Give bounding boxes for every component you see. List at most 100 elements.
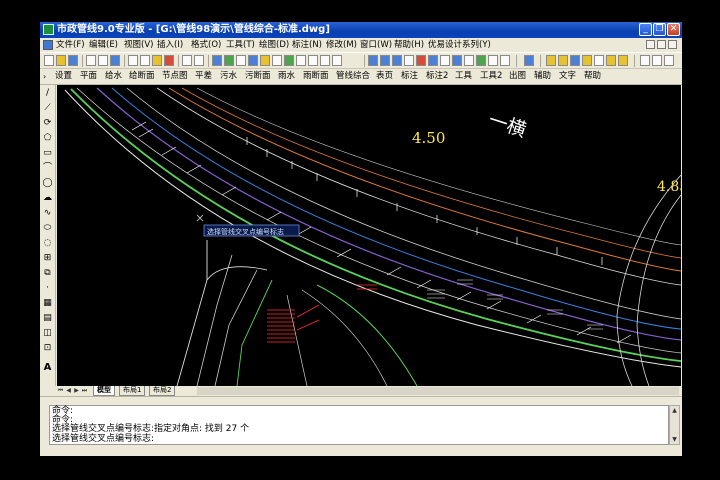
horizontal-scrollbar[interactable] xyxy=(197,387,679,395)
module-help[interactable]: 帮助 xyxy=(584,71,601,82)
block-editor-icon[interactable] xyxy=(500,55,510,66)
menu-dimension[interactable]: 标注(N) xyxy=(292,39,322,51)
module-table[interactable]: 表页 xyxy=(376,71,393,82)
xline-tool-icon[interactable]: ⟋ xyxy=(42,103,53,113)
menu-window[interactable]: 窗口(W) xyxy=(360,39,392,51)
doc-close-button[interactable] xyxy=(668,40,677,49)
quickcalc-icon[interactable] xyxy=(476,55,486,66)
print-preview-icon[interactable] xyxy=(98,55,108,66)
orbit-icon[interactable] xyxy=(284,55,294,66)
tracking-icon[interactable] xyxy=(248,55,258,66)
polyline-tool-icon[interactable]: ⟳ xyxy=(42,118,53,128)
insert-block-icon[interactable]: ⊞ xyxy=(42,253,53,263)
copy-icon[interactable] xyxy=(140,55,150,66)
text-tool-icon[interactable]: A xyxy=(42,363,53,373)
menu-modify[interactable]: 修改(M) xyxy=(326,39,357,51)
module-output[interactable]: 出图 xyxy=(509,71,526,82)
arc-tool-icon[interactable]: ⌒ xyxy=(42,163,53,173)
menu-youyi-series[interactable]: 优易设计系列(Y) xyxy=(428,39,491,51)
pencil-icon[interactable] xyxy=(296,55,306,66)
open-folder-icon[interactable] xyxy=(56,55,66,66)
hatch-tool-icon[interactable]: ▦ xyxy=(42,298,53,308)
redo-icon[interactable] xyxy=(194,55,204,66)
layer-state-icon[interactable] xyxy=(594,55,604,66)
calculator-icon[interactable] xyxy=(488,55,498,66)
layer-freeze-icon[interactable] xyxy=(558,55,568,66)
hyperlink-icon[interactable] xyxy=(212,55,222,66)
zoom-previous-icon[interactable] xyxy=(392,55,402,66)
layer-list-icon[interactable] xyxy=(652,55,662,66)
circle-tool-icon[interactable]: ◯ xyxy=(42,178,53,188)
command-prompt[interactable]: 选择管线交叉点编号标志: xyxy=(52,434,154,445)
rectangle-tool-icon[interactable]: ▭ xyxy=(42,148,53,158)
properties-icon[interactable] xyxy=(416,55,426,66)
revcloud-tool-icon[interactable]: ☁ xyxy=(42,193,53,203)
tab-first-arrow-icon[interactable]: ⏮ xyxy=(57,386,64,395)
undo-icon[interactable] xyxy=(182,55,192,66)
new-file-icon[interactable] xyxy=(44,55,54,66)
menu-file[interactable]: 文件(F) xyxy=(56,39,85,51)
cut-icon[interactable] xyxy=(128,55,138,66)
drawing-canvas[interactable]: 4.50 一横 4.85 选择管线交叉点编号标志 xyxy=(57,85,681,386)
chevron-right-icon[interactable]: › xyxy=(43,72,46,81)
menu-draw[interactable]: 绘图(D) xyxy=(259,39,289,51)
publish-icon[interactable] xyxy=(110,55,120,66)
module-water-section[interactable]: 给断面 xyxy=(129,71,155,82)
design-center-icon[interactable] xyxy=(260,55,270,66)
doc-restore-button[interactable] xyxy=(657,40,666,49)
menu-insert[interactable]: 插入(I) xyxy=(157,39,183,51)
module-assist[interactable]: 辅助 xyxy=(534,71,551,82)
module-water-supply[interactable]: 给水 xyxy=(105,71,122,82)
module-annotate2[interactable]: 标注2 xyxy=(426,71,448,82)
tab-last-arrow-icon[interactable]: ⏭ xyxy=(81,386,88,395)
command-window-splitter[interactable] xyxy=(40,396,682,405)
module-adjustment[interactable]: 平差 xyxy=(195,71,212,82)
menu-help[interactable]: 帮助(H) xyxy=(394,39,424,51)
zoom-window-icon[interactable] xyxy=(380,55,390,66)
module-plan[interactable]: 平面 xyxy=(80,71,97,82)
ucs-icon[interactable] xyxy=(236,55,246,66)
polygon-tool-icon[interactable]: ⬠ xyxy=(42,133,53,143)
region-tool-icon[interactable]: ◫ xyxy=(42,328,53,338)
layer-color-icon[interactable] xyxy=(582,55,592,66)
layer-lock-icon[interactable] xyxy=(570,55,580,66)
layer-on-icon[interactable] xyxy=(546,55,556,66)
scroll-down-arrow-icon[interactable]: ▼ xyxy=(670,435,679,444)
toolbar-overflow-icon[interactable] xyxy=(664,55,674,66)
make-block-icon[interactable]: ⧉ xyxy=(42,268,53,278)
tab-prev-arrow-icon[interactable]: ◀ xyxy=(65,386,72,395)
scroll-up-arrow-icon[interactable]: ▲ xyxy=(670,406,679,415)
document-icon[interactable] xyxy=(43,40,53,50)
module-settings[interactable]: 设置 xyxy=(55,71,72,82)
menu-format[interactable]: 格式(O) xyxy=(191,39,221,51)
pan-icon[interactable] xyxy=(320,55,330,66)
ellipse-arc-tool-icon[interactable]: ◌ xyxy=(42,238,53,248)
layer-previous-icon[interactable] xyxy=(606,55,616,66)
tab-model[interactable]: 模型 xyxy=(93,386,115,396)
command-history[interactable]: 命令: 命令: 选择管线交叉点编号标志:指定对角点: 找到 27 个 选择管线交… xyxy=(49,405,669,445)
layer-manager-icon[interactable] xyxy=(640,55,650,66)
close-button[interactable]: ✕ xyxy=(667,23,680,36)
tab-layout1[interactable]: 布局1 xyxy=(119,386,146,396)
tab-next-arrow-icon[interactable]: ▶ xyxy=(73,386,80,395)
title-bar[interactable]: 市政管线9.0专业版 - [G:\管线98演示\管线综合-标准.dwg] _ ❐… xyxy=(40,22,682,38)
minimize-button[interactable]: _ xyxy=(639,23,652,36)
module-rain[interactable]: 雨水 xyxy=(278,71,295,82)
paste-icon[interactable] xyxy=(152,55,162,66)
match-properties-icon[interactable] xyxy=(164,55,174,66)
module-sewage[interactable]: 污水 xyxy=(220,71,237,82)
command-scrollbar[interactable]: ▲ ▼ xyxy=(669,405,680,445)
table-tool-icon[interactable]: ⊡ xyxy=(42,343,53,353)
doc-minimize-button[interactable] xyxy=(646,40,655,49)
module-text[interactable]: 文字 xyxy=(559,71,576,82)
module-sewage-section[interactable]: 污断面 xyxy=(245,71,271,82)
save-icon[interactable] xyxy=(68,55,78,66)
sheetset-icon[interactable] xyxy=(452,55,462,66)
brush-icon[interactable] xyxy=(308,55,318,66)
module-tools2[interactable]: 工具2 xyxy=(480,71,502,82)
zoom-extents-icon[interactable] xyxy=(404,55,414,66)
module-node-diagram[interactable]: 节点图 xyxy=(162,71,188,82)
menu-tools[interactable]: 工具(T) xyxy=(226,39,255,51)
bulb-icon[interactable] xyxy=(618,55,628,66)
markup-icon[interactable] xyxy=(464,55,474,66)
